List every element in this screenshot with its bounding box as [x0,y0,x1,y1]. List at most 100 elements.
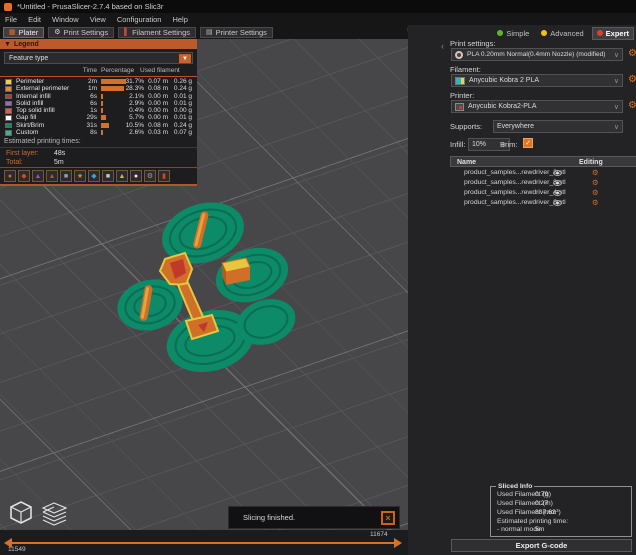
menu-item-edit[interactable]: Edit [28,15,41,24]
notification-text: Slicing finished. [243,513,295,522]
filament-gear-button[interactable]: ⚙ [626,74,636,87]
object-row[interactable]: product_samples...rewdriver_4.stl⚙ [450,188,636,198]
feature-type-dropdown[interactable]: Feature type ▼ [4,52,193,64]
marker-icon-3[interactable]: ▲ [32,170,44,182]
tab-printer-settings[interactable]: ▤Printer Settings [200,27,273,38]
marker-icon-5[interactable]: ■ [60,170,72,182]
export-gcode-button[interactable]: Export G-code [451,539,632,552]
supports-combo[interactable]: Everywhere ∨ [493,120,623,133]
marker-icon-11[interactable]: ⚙ [144,170,156,182]
feature-label: Internal infill [16,93,51,100]
legend-row: Top solid infill1s0.4%0.00 m0.00 g [0,107,197,114]
tab-print-settings[interactable]: ⚙Print Settings [48,27,114,38]
eye-icon[interactable] [553,200,562,206]
move-slider-track[interactable] [12,542,394,544]
marker-icon-4[interactable]: ▲ [46,170,58,182]
printer-gear-button[interactable]: ⚙ [626,100,636,113]
legend-row: Perimeter2m31.7%0.07 m0.26 g [0,78,197,85]
editing-gear-icon[interactable]: ⚙ [592,178,599,187]
eye-icon[interactable] [553,190,562,196]
feature-color-swatch [5,79,12,85]
tab-filament-settings[interactable]: ▌Filament Settings [118,27,196,38]
menu-item-window[interactable]: Window [52,15,79,24]
menu-item-file[interactable]: File [5,15,17,24]
legend-row: Gap fill29s5.7%0.00 m0.01 g [0,114,197,121]
feature-used-m: 0.00 m [146,114,168,121]
menu-item-view[interactable]: View [90,15,106,24]
feature-percent-bar [101,94,103,99]
editing-gear-icon[interactable]: ⚙ [592,168,599,177]
editing-gear-icon[interactable]: ⚙ [592,198,599,207]
view-3d-cube-button[interactable] [6,497,36,527]
plater-icon: ▦ [9,28,16,36]
sliced-info-value: 0.27 [535,500,548,507]
marker-icon-1[interactable]: ● [4,170,16,182]
marker-icon-10[interactable]: ● [130,170,142,182]
feature-type-dropdown-icon[interactable]: ▼ [179,54,191,63]
printer-combo[interactable]: Anycubic Kobra2-PLA ∨ [451,100,623,113]
object-row[interactable]: product_samples...rewdriver_6.stl ⚙ [450,198,636,208]
mode-switcher: Simple Advanced Expert [493,27,634,39]
tab-plater[interactable]: ▦Plater [3,27,44,38]
marker-icon-9[interactable]: ▲ [116,170,128,182]
mode-button-expert[interactable]: Expert [592,27,634,40]
viewport-3d[interactable]: ▼ Legend Feature type ▼ Time Percentage … [0,39,408,530]
feature-label: Top solid infill [16,107,55,114]
marker-icon-6[interactable]: ★ [74,170,86,182]
legend-row: Internal infill6s2.1%0.00 m0.01 g [0,93,197,100]
printer-value: Anycubic Kobra2-PLA [468,103,536,110]
feature-color-swatch [5,108,12,114]
legend-row: External perimeter1m28.3%0.08 m0.24 g [0,85,197,92]
supports-label: Supports: [450,122,482,131]
marker-icon-8[interactable]: ■ [102,170,114,182]
tab-label: Plater [19,28,39,37]
feature-used-m: 0.07 m [146,78,168,85]
menu-item-configuration[interactable]: Configuration [117,15,162,24]
sliced-info-title: Sliced Info [496,483,534,490]
total-value: 5m [54,159,64,166]
feature-time: 6s [67,93,97,100]
legend-divider [0,76,197,77]
editing-gear-icon[interactable]: ⚙ [592,188,599,197]
collapse-panel-arrow-icon[interactable]: ‹ [441,41,444,51]
first-layer-label: First layer: [6,150,39,157]
legend-collapse-icon: ▼ [4,41,11,48]
menu-item-help[interactable]: Help [172,15,187,24]
expert-mode-dot-icon [597,30,603,36]
object-row[interactable]: product_samples...rewdriver_3.stl ⚙ [450,178,636,188]
notification-close-button[interactable]: × [381,511,395,525]
marker-icon-12[interactable]: ▮ [158,170,170,182]
object-row[interactable]: product_samples...rewdriver_2.stl⚙ [450,168,636,178]
move-slider-right-value: 11674 [370,531,388,538]
eye-icon[interactable] [553,170,562,176]
object-name: product_samples...rewdriver_3.stl [464,179,566,186]
feature-percent: 31.7% [116,78,144,85]
feature-color-swatch [5,130,12,136]
print-settings-combo[interactable]: PLA 0.20mm Normal(0.4mm Nozzle) (modifie… [451,48,623,61]
name-column-header: Name [457,159,476,166]
feature-color-swatch [5,123,12,129]
mode-button-simple[interactable]: Simple [493,28,533,39]
legend-header[interactable]: ▼ Legend [0,39,197,49]
feature-label: Solid infill [16,100,43,107]
total-time: Total: 5m [6,159,23,166]
brim-checkbox[interactable]: ✓ [523,138,533,148]
legend-col-percentage: Percentage [101,67,134,74]
filament-combo[interactable]: Anycubic Kobra 2 PLA ∨ [451,74,623,87]
feature-label: Perimeter [16,78,44,85]
print-settings-label: Print settings: [450,39,495,48]
title-bar: *Untitled - PrusaSlicer-2.7.4 based on S… [0,0,636,13]
feature-used-g: 0.07 g [168,129,192,136]
simple-mode-dot-icon [497,30,503,36]
marker-icon-7[interactable]: ◆ [88,170,100,182]
mode-button-advanced[interactable]: Advanced [537,28,587,39]
print-settings-gear-button[interactable]: ⚙ [626,48,636,61]
move-slider-right-handle[interactable] [394,538,402,548]
feature-label: Skirt/Brim [16,122,44,129]
view-layers-button[interactable] [38,497,72,527]
marker-icon-2[interactable]: ◆ [18,170,30,182]
estimated-times-title: Estimated printing times: [4,138,81,145]
object-name: product_samples...rewdriver_6.stl [464,199,566,206]
feature-color-swatch [5,94,12,100]
eye-icon[interactable] [553,180,562,186]
